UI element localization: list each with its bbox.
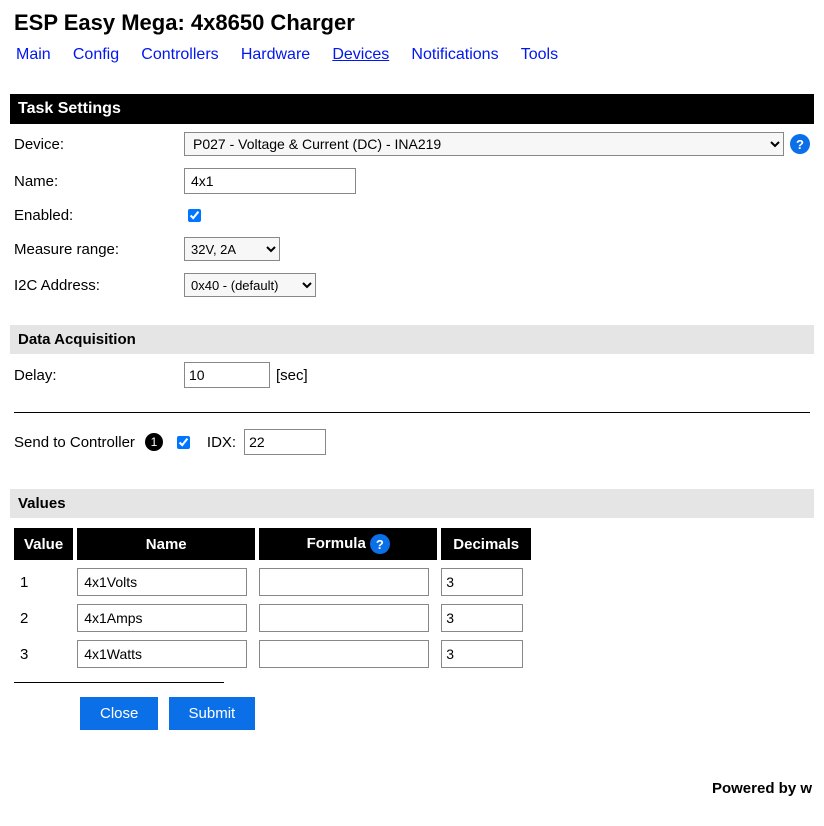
value-decimals-input[interactable] [441,640,523,668]
value-name-input[interactable] [77,640,247,668]
controller-number-badge: 1 [145,433,163,451]
data-acquisition-header: Data Acquisition [10,325,814,354]
values-header: Values [10,489,814,518]
task-settings-header: Task Settings [10,94,814,124]
delay-unit: [sec] [276,367,308,384]
table-row: 1 [14,568,531,596]
send-to-controller-label: Send to Controller [14,434,135,451]
nav-config[interactable]: Config [73,46,119,63]
col-formula: Formula? [259,528,437,560]
idx-input[interactable] [244,429,326,455]
range-select[interactable]: 32V, 2A [184,237,280,261]
value-index: 1 [14,568,73,596]
help-icon[interactable]: ? [790,134,810,154]
nav-main[interactable]: Main [16,46,51,63]
nav-notifications[interactable]: Notifications [411,46,498,63]
nav-tools[interactable]: Tools [521,46,558,63]
table-row: 2 [14,604,531,632]
idx-label: IDX: [207,434,236,451]
separator [14,412,810,413]
value-name-input[interactable] [77,568,247,596]
help-icon[interactable]: ? [370,534,390,554]
nav-controllers[interactable]: Controllers [141,46,218,63]
close-button[interactable]: Close [80,697,158,730]
main-nav: Main Config Controllers Hardware Devices… [16,46,814,64]
col-name: Name [77,528,255,560]
range-label: Measure range: [14,241,184,258]
value-formula-input[interactable] [259,568,429,596]
col-decimals: Decimals [441,528,531,560]
nav-devices[interactable]: Devices [332,46,389,63]
delay-input[interactable] [184,362,270,388]
i2c-select[interactable]: 0x40 - (default) [184,273,316,297]
col-value: Value [14,528,73,560]
value-index: 3 [14,640,73,668]
value-index: 2 [14,604,73,632]
device-label: Device: [14,136,184,153]
separator [14,682,224,683]
page-title: ESP Easy Mega: 4x8650 Charger [14,10,814,36]
value-decimals-input[interactable] [441,604,523,632]
values-table: Value Name Formula? Decimals 1 2 3 [10,520,535,676]
value-formula-input[interactable] [259,640,429,668]
value-decimals-input[interactable] [441,568,523,596]
i2c-label: I2C Address: [14,277,184,294]
enabled-label: Enabled: [14,207,184,224]
name-label: Name: [14,173,184,190]
delay-label: Delay: [14,367,184,384]
enabled-checkbox[interactable] [188,209,201,222]
footer-text: Powered by w [10,780,814,797]
send-to-controller-checkbox[interactable] [177,436,190,449]
submit-button[interactable]: Submit [169,697,256,730]
value-name-input[interactable] [77,604,247,632]
nav-hardware[interactable]: Hardware [241,46,310,63]
value-formula-input[interactable] [259,604,429,632]
device-select[interactable]: P027 - Voltage & Current (DC) - INA219 [184,132,784,156]
name-input[interactable] [184,168,356,194]
table-row: 3 [14,640,531,668]
